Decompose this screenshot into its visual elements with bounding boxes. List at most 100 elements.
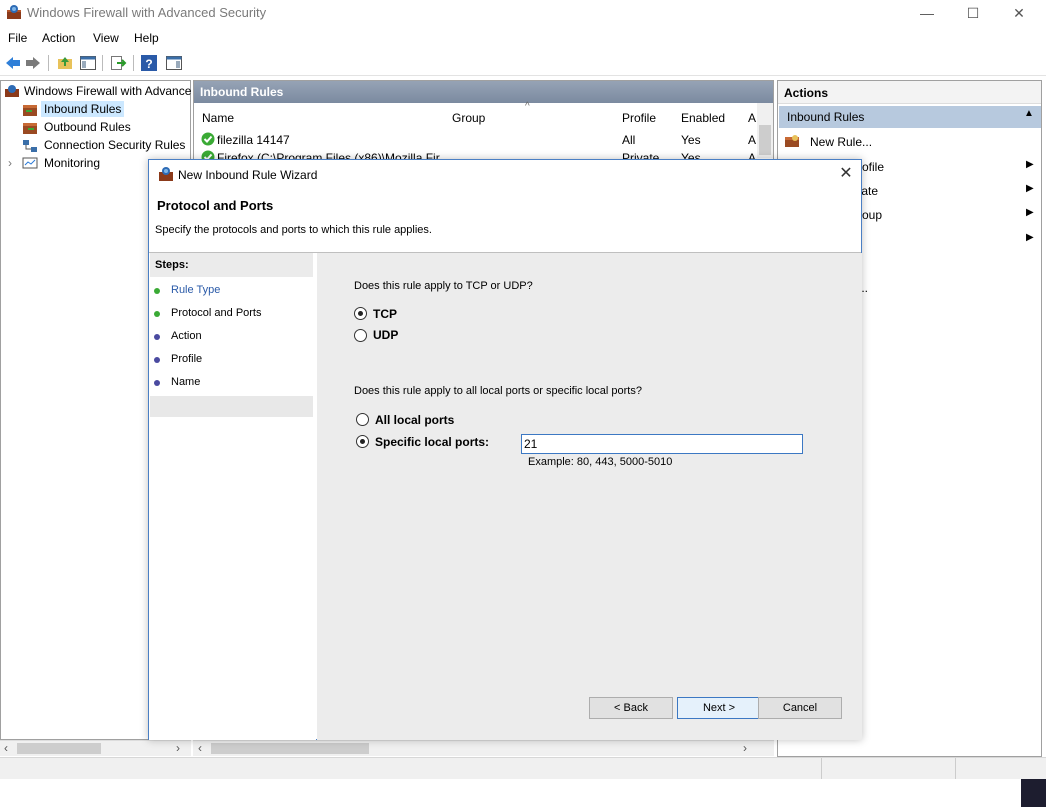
tree-item-outbound-rules[interactable]: Outbound Rules (44, 120, 131, 134)
rule-name[interactable]: filezilla 14147 (217, 133, 290, 147)
submenu-arrow-icon: ▶ (1026, 183, 1034, 194)
udp-radio[interactable] (354, 329, 367, 342)
submenu-arrow-icon: ▶ (1026, 207, 1034, 218)
local-ports-input[interactable] (521, 434, 803, 454)
new-rule-icon (785, 135, 799, 147)
step-complete-dot-icon (154, 288, 160, 294)
actions-section-label: Inbound Rules (787, 110, 865, 124)
all-local-ports-radio[interactable] (356, 413, 369, 426)
status-divider (821, 758, 822, 779)
forward-arrow-icon[interactable] (24, 54, 42, 72)
minimize-button[interactable]: — (904, 0, 950, 26)
step-pending-dot-icon (154, 334, 160, 340)
firewall-root-icon (5, 85, 19, 97)
outbound-rules-icon (23, 123, 37, 134)
firewall-dialog-icon (159, 167, 173, 181)
cancel-button[interactable]: Cancel (758, 697, 842, 719)
scroll-right-icon[interactable]: › (743, 741, 747, 755)
maximize-button[interactable]: ☐ (950, 0, 996, 26)
back-arrow-icon[interactable] (4, 54, 22, 72)
toolbar-separator (102, 55, 103, 71)
collapse-up-icon[interactable]: ▲ (1024, 108, 1034, 119)
step-name: Name (171, 376, 201, 388)
scrollbar-thumb[interactable] (211, 743, 369, 754)
ports-example-hint: Example: 80, 443, 5000-5010 (528, 456, 673, 468)
show-action-pane-icon[interactable] (165, 54, 183, 72)
toolbar-separator (48, 55, 49, 71)
expand-chevron-icon[interactable]: › (8, 156, 12, 170)
menu-help[interactable]: Help (134, 31, 159, 45)
step-action: Action (171, 330, 202, 342)
scroll-left-icon[interactable]: ‹ (198, 741, 202, 755)
scroll-left-icon[interactable]: ‹ (4, 741, 8, 755)
menu-view[interactable]: View (93, 31, 119, 45)
taskbar-fragment (1021, 779, 1046, 807)
step-pending-dot-icon (154, 357, 160, 363)
udp-label[interactable]: UDP (373, 328, 398, 342)
actions-section-inbound-rules[interactable]: Inbound Rules ▲ (779, 106, 1041, 128)
scrollbar-thumb[interactable] (17, 743, 101, 754)
current-step-highlight (150, 396, 313, 417)
toolbar-separator (133, 55, 134, 71)
actions-header: Actions (778, 81, 1041, 104)
tree-item-connection-security-rules[interactable]: Connection Security Rules (44, 138, 185, 152)
wizard-page-description: Specify the protocols and ports to which… (155, 224, 432, 236)
tree-item-inbound-rules[interactable]: Inbound Rules (41, 101, 125, 117)
specific-local-ports-radio[interactable] (356, 435, 369, 448)
wizard-page-heading: Protocol and Ports (157, 198, 274, 213)
tree-item-monitoring[interactable]: Monitoring (44, 156, 100, 170)
svg-text:?: ? (145, 57, 152, 71)
protocol-question: Does this rule apply to TCP or UDP? (354, 280, 533, 292)
column-header-profile[interactable]: Profile (622, 111, 656, 125)
firewall-app-icon (7, 5, 21, 19)
sort-ascending-icon: ^ (525, 101, 530, 112)
status-bar (0, 757, 1046, 779)
next-button[interactable]: Next > (677, 697, 761, 719)
action-new-rule[interactable]: New Rule... (810, 135, 872, 149)
ports-question: Does this rule apply to all local ports … (354, 385, 642, 397)
show-hide-tree-icon[interactable] (79, 54, 97, 72)
step-protocol-and-ports: Protocol and Ports (171, 307, 262, 319)
scroll-right-icon[interactable]: › (176, 741, 180, 755)
window-title: Windows Firewall with Advanced Security (27, 5, 267, 20)
toolbar: ? (0, 50, 1046, 76)
pane-header: Inbound Rules (194, 81, 773, 103)
menu-action[interactable]: Action (42, 31, 75, 45)
tcp-radio[interactable] (354, 307, 367, 320)
menu-file[interactable]: File (8, 31, 27, 45)
step-rule-type[interactable]: Rule Type (171, 284, 220, 296)
export-list-icon[interactable] (109, 54, 127, 72)
vertical-scrollbar[interactable] (757, 103, 773, 158)
menu-bar: File Action View Help (0, 28, 1046, 50)
rule-enabled: Yes (681, 133, 701, 147)
tree-root-firewall[interactable]: Windows Firewall with Advance (24, 84, 191, 98)
dialog-close-button[interactable]: ✕ (835, 163, 857, 183)
close-button[interactable]: ✕ (996, 0, 1042, 26)
back-button[interactable]: < Back (589, 697, 673, 719)
steps-header: Steps: (150, 253, 313, 277)
scrollbar-thumb[interactable] (759, 125, 771, 155)
new-inbound-rule-wizard-dialog: New Inbound Rule Wizard ✕ Protocol and P… (148, 159, 862, 740)
title-bar: Windows Firewall with Advanced Security … (0, 0, 1046, 26)
tree-horizontal-scrollbar[interactable]: ‹ › (0, 740, 191, 756)
inbound-rules-icon (23, 105, 37, 116)
column-header-enabled[interactable]: Enabled (681, 111, 725, 125)
step-pending-dot-icon (154, 380, 160, 386)
submenu-arrow-icon: ▶ (1026, 159, 1034, 170)
center-horizontal-scrollbar[interactable]: ‹ › (193, 740, 774, 756)
rule-enabled-check-icon (201, 132, 215, 146)
column-header-action[interactable]: A (748, 111, 756, 125)
column-header-group[interactable]: Group (452, 111, 485, 125)
up-folder-icon[interactable] (56, 54, 74, 72)
all-local-ports-label[interactable]: All local ports (375, 413, 454, 427)
specific-local-ports-label[interactable]: Specific local ports: (375, 435, 489, 449)
rule-action: A (748, 133, 757, 147)
monitoring-icon (22, 157, 38, 169)
step-current-dot-icon (154, 311, 160, 317)
tcp-label[interactable]: TCP (373, 307, 397, 321)
wizard-steps-pane: Steps: Rule Type Protocol and Ports Acti… (149, 253, 316, 740)
submenu-arrow-icon: ▶ (1026, 232, 1034, 243)
help-icon[interactable]: ? (140, 54, 158, 72)
column-header-name[interactable]: Name (202, 111, 234, 125)
step-profile: Profile (171, 353, 203, 365)
